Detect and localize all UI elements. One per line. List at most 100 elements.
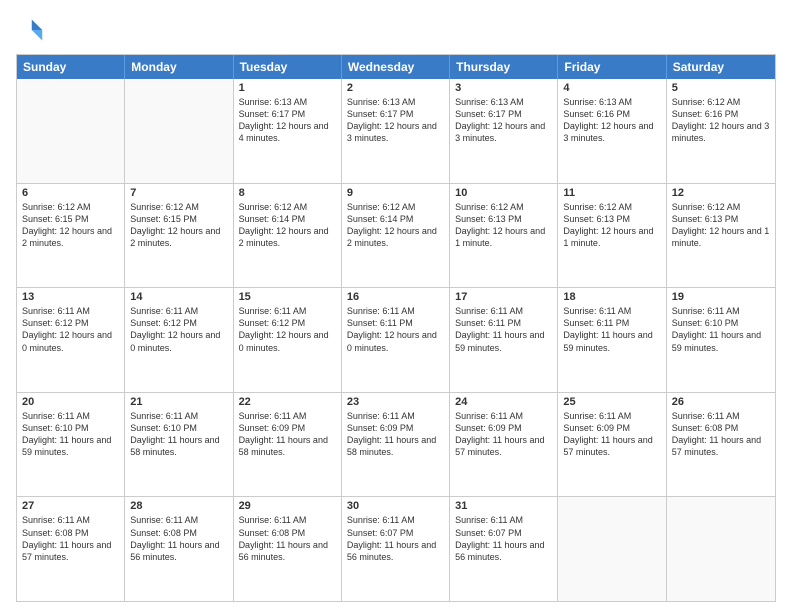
cell-info: Sunrise: 6:11 AMSunset: 6:09 PMDaylight:…: [455, 410, 552, 459]
day-number: 29: [239, 500, 336, 512]
calendar-row-2: 13 Sunrise: 6:11 AMSunset: 6:12 PMDayligh…: [17, 287, 775, 392]
day-number: 5: [672, 82, 770, 94]
cell-info: Sunrise: 6:11 AMSunset: 6:08 PMDaylight:…: [239, 514, 336, 563]
cell-info: Sunrise: 6:11 AMSunset: 6:09 PMDaylight:…: [563, 410, 660, 459]
day-number: 26: [672, 396, 770, 408]
header-cell-thursday: Thursday: [450, 55, 558, 79]
cell-info: Sunrise: 6:11 AMSunset: 6:12 PMDaylight:…: [239, 305, 336, 354]
day-number: 27: [22, 500, 119, 512]
cell-info: Sunrise: 6:12 AMSunset: 6:15 PMDaylight:…: [22, 201, 119, 250]
calendar-cell: 30 Sunrise: 6:11 AMSunset: 6:07 PMDayligh…: [342, 497, 450, 601]
calendar-row-1: 6Sunrise: 6:12 AMSunset: 6:15 PMDaylight…: [17, 183, 775, 288]
cell-info: Sunrise: 6:11 AMSunset: 6:11 PMDaylight:…: [347, 305, 444, 354]
calendar-cell: [125, 79, 233, 183]
calendar: SundayMondayTuesdayWednesdayThursdayFrid…: [16, 54, 776, 602]
cell-info: Sunrise: 6:11 AMSunset: 6:07 PMDaylight:…: [455, 514, 552, 563]
calendar-cell: 7 Sunrise: 6:12 AMSunset: 6:15 PMDaylight…: [125, 184, 233, 288]
cell-info: Sunrise: 6:11 AMSunset: 6:09 PMDaylight:…: [239, 410, 336, 459]
logo-icon: [16, 16, 44, 44]
day-number: 31: [455, 500, 552, 512]
day-number: 2: [347, 82, 444, 94]
cell-info: Sunrise: 6:11 AMSunset: 6:08 PMDaylight:…: [672, 410, 770, 459]
day-number: 16: [347, 291, 444, 303]
day-number: 11: [563, 187, 660, 199]
day-number: 22: [239, 396, 336, 408]
calendar-cell: 1 Sunrise: 6:13 AMSunset: 6:17 PMDaylight…: [234, 79, 342, 183]
cell-info: Sunrise: 6:11 AMSunset: 6:12 PMDaylight:…: [22, 305, 119, 354]
calendar-cell: 2 Sunrise: 6:13 AMSunset: 6:17 PMDaylight…: [342, 79, 450, 183]
day-number: 18: [563, 291, 660, 303]
header-cell-friday: Friday: [558, 55, 666, 79]
calendar-cell: 9 Sunrise: 6:12 AMSunset: 6:14 PMDaylight…: [342, 184, 450, 288]
cell-info: Sunrise: 6:13 AMSunset: 6:17 PMDaylight:…: [347, 96, 444, 145]
calendar-cell: 22 Sunrise: 6:11 AMSunset: 6:09 PMDayligh…: [234, 393, 342, 497]
calendar-cell: 25 Sunrise: 6:11 AMSunset: 6:09 PMDayligh…: [558, 393, 666, 497]
day-number: 24: [455, 396, 552, 408]
day-number: 4: [563, 82, 660, 94]
calendar-cell: 28Sunrise: 6:11 AMSunset: 6:08 PMDayligh…: [125, 497, 233, 601]
day-number: 10: [455, 187, 552, 199]
calendar-cell: 6Sunrise: 6:12 AMSunset: 6:15 PMDaylight…: [17, 184, 125, 288]
calendar-cell: 23Sunrise: 6:11 AMSunset: 6:09 PMDayligh…: [342, 393, 450, 497]
calendar-cell: 24 Sunrise: 6:11 AMSunset: 6:09 PMDayligh…: [450, 393, 558, 497]
calendar-cell: 3Sunrise: 6:13 AMSunset: 6:17 PMDaylight…: [450, 79, 558, 183]
cell-info: Sunrise: 6:13 AMSunset: 6:16 PMDaylight:…: [563, 96, 660, 145]
header-cell-wednesday: Wednesday: [342, 55, 450, 79]
calendar-cell: 31 Sunrise: 6:11 AMSunset: 6:07 PMDayligh…: [450, 497, 558, 601]
cell-info: Sunrise: 6:12 AMSunset: 6:13 PMDaylight:…: [563, 201, 660, 250]
cell-info: Sunrise: 6:12 AMSunset: 6:15 PMDaylight:…: [130, 201, 227, 250]
day-number: 17: [455, 291, 552, 303]
day-number: 15: [239, 291, 336, 303]
day-number: 9: [347, 187, 444, 199]
calendar-cell: [558, 497, 666, 601]
cell-info: Sunrise: 6:11 AMSunset: 6:08 PMDaylight:…: [22, 514, 119, 563]
cell-info: Sunrise: 6:11 AMSunset: 6:10 PMDaylight:…: [672, 305, 770, 354]
calendar-cell: [17, 79, 125, 183]
calendar-header: SundayMondayTuesdayWednesdayThursdayFrid…: [17, 55, 775, 79]
day-number: 3: [455, 82, 552, 94]
calendar-cell: 8Sunrise: 6:12 AMSunset: 6:14 PMDaylight…: [234, 184, 342, 288]
calendar-cell: 29 Sunrise: 6:11 AMSunset: 6:08 PMDayligh…: [234, 497, 342, 601]
calendar-cell: 10 Sunrise: 6:12 AMSunset: 6:13 PMDayligh…: [450, 184, 558, 288]
cell-info: Sunrise: 6:12 AMSunset: 6:13 PMDaylight:…: [672, 201, 770, 250]
day-number: 20: [22, 396, 119, 408]
cell-info: Sunrise: 6:11 AMSunset: 6:07 PMDaylight:…: [347, 514, 444, 563]
calendar-cell: 11 Sunrise: 6:12 AMSunset: 6:13 PMDayligh…: [558, 184, 666, 288]
calendar-cell: 19 Sunrise: 6:11 AMSunset: 6:10 PMDayligh…: [667, 288, 775, 392]
cell-info: Sunrise: 6:11 AMSunset: 6:11 PMDaylight:…: [455, 305, 552, 354]
cell-info: Sunrise: 6:12 AMSunset: 6:16 PMDaylight:…: [672, 96, 770, 145]
calendar-cell: 14Sunrise: 6:11 AMSunset: 6:12 PMDayligh…: [125, 288, 233, 392]
calendar-body: 1 Sunrise: 6:13 AMSunset: 6:17 PMDaylight…: [17, 79, 775, 601]
calendar-cell: 18Sunrise: 6:11 AMSunset: 6:11 PMDayligh…: [558, 288, 666, 392]
day-number: 28: [130, 500, 227, 512]
calendar-cell: 5 Sunrise: 6:12 AMSunset: 6:16 PMDaylight…: [667, 79, 775, 183]
calendar-cell: 4 Sunrise: 6:13 AMSunset: 6:16 PMDaylight…: [558, 79, 666, 183]
header-cell-saturday: Saturday: [667, 55, 775, 79]
calendar-cell: 13 Sunrise: 6:11 AMSunset: 6:12 PMDayligh…: [17, 288, 125, 392]
day-number: 23: [347, 396, 444, 408]
cell-info: Sunrise: 6:12 AMSunset: 6:13 PMDaylight:…: [455, 201, 552, 250]
calendar-cell: 27 Sunrise: 6:11 AMSunset: 6:08 PMDayligh…: [17, 497, 125, 601]
calendar-row-4: 27 Sunrise: 6:11 AMSunset: 6:08 PMDayligh…: [17, 496, 775, 601]
day-number: 25: [563, 396, 660, 408]
day-number: 19: [672, 291, 770, 303]
calendar-cell: 26 Sunrise: 6:11 AMSunset: 6:08 PMDayligh…: [667, 393, 775, 497]
calendar-row-0: 1 Sunrise: 6:13 AMSunset: 6:17 PMDaylight…: [17, 79, 775, 183]
calendar-cell: 21 Sunrise: 6:11 AMSunset: 6:10 PMDayligh…: [125, 393, 233, 497]
header: [16, 16, 776, 44]
day-number: 21: [130, 396, 227, 408]
day-number: 13: [22, 291, 119, 303]
cell-info: Sunrise: 6:11 AMSunset: 6:10 PMDaylight:…: [130, 410, 227, 459]
cell-info: Sunrise: 6:12 AMSunset: 6:14 PMDaylight:…: [347, 201, 444, 250]
header-cell-tuesday: Tuesday: [234, 55, 342, 79]
header-cell-sunday: Sunday: [17, 55, 125, 79]
day-number: 30: [347, 500, 444, 512]
calendar-row-3: 20 Sunrise: 6:11 AMSunset: 6:10 PMDayligh…: [17, 392, 775, 497]
calendar-cell: 12Sunrise: 6:12 AMSunset: 6:13 PMDayligh…: [667, 184, 775, 288]
cell-info: Sunrise: 6:13 AMSunset: 6:17 PMDaylight:…: [239, 96, 336, 145]
logo: [16, 16, 48, 44]
calendar-cell: 15 Sunrise: 6:11 AMSunset: 6:12 PMDayligh…: [234, 288, 342, 392]
day-number: 7: [130, 187, 227, 199]
day-number: 1: [239, 82, 336, 94]
day-number: 8: [239, 187, 336, 199]
